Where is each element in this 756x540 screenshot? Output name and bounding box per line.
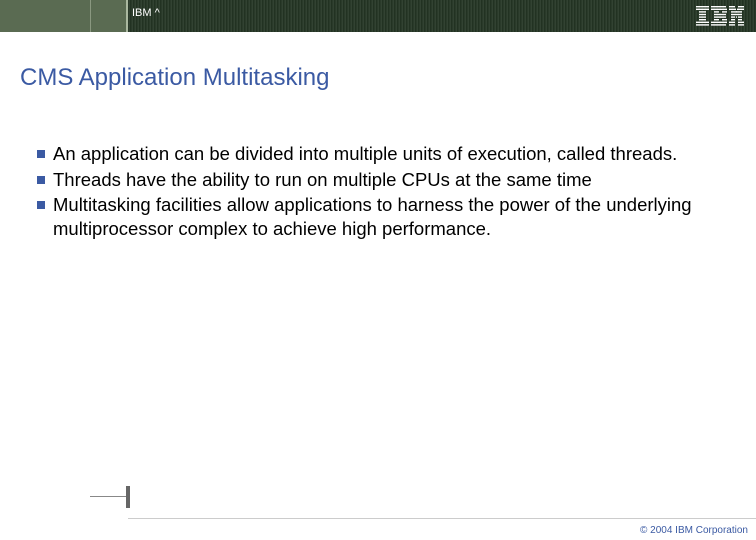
header-divider: [126, 0, 128, 32]
slide-content: An application can be divided into multi…: [0, 92, 756, 241]
bullet-icon: [37, 150, 45, 158]
bullet-text: Threads have the ability to run on multi…: [53, 168, 720, 192]
header-brand-label: IBM ^: [132, 7, 160, 19]
list-item: An application can be divided into multi…: [36, 142, 720, 166]
bullet-icon: [37, 201, 45, 209]
list-item: Multitasking facilities allow applicatio…: [36, 193, 720, 240]
footer-line: [128, 518, 756, 519]
header-left-block: [0, 0, 128, 32]
slide-title: CMS Application Multitasking: [0, 32, 756, 92]
ibm-logo-icon: [696, 6, 744, 26]
bullet-text: Multitasking facilities allow applicatio…: [53, 193, 720, 240]
header-bar: IBM ^: [0, 0, 756, 32]
list-item: Threads have the ability to run on multi…: [36, 168, 720, 192]
copyright-text: © 2004 IBM Corporation: [640, 525, 748, 536]
bullet-text: An application can be divided into multi…: [53, 142, 720, 166]
bullet-icon: [37, 176, 45, 184]
footer-divider: [126, 486, 130, 508]
header-divider: [90, 0, 91, 32]
